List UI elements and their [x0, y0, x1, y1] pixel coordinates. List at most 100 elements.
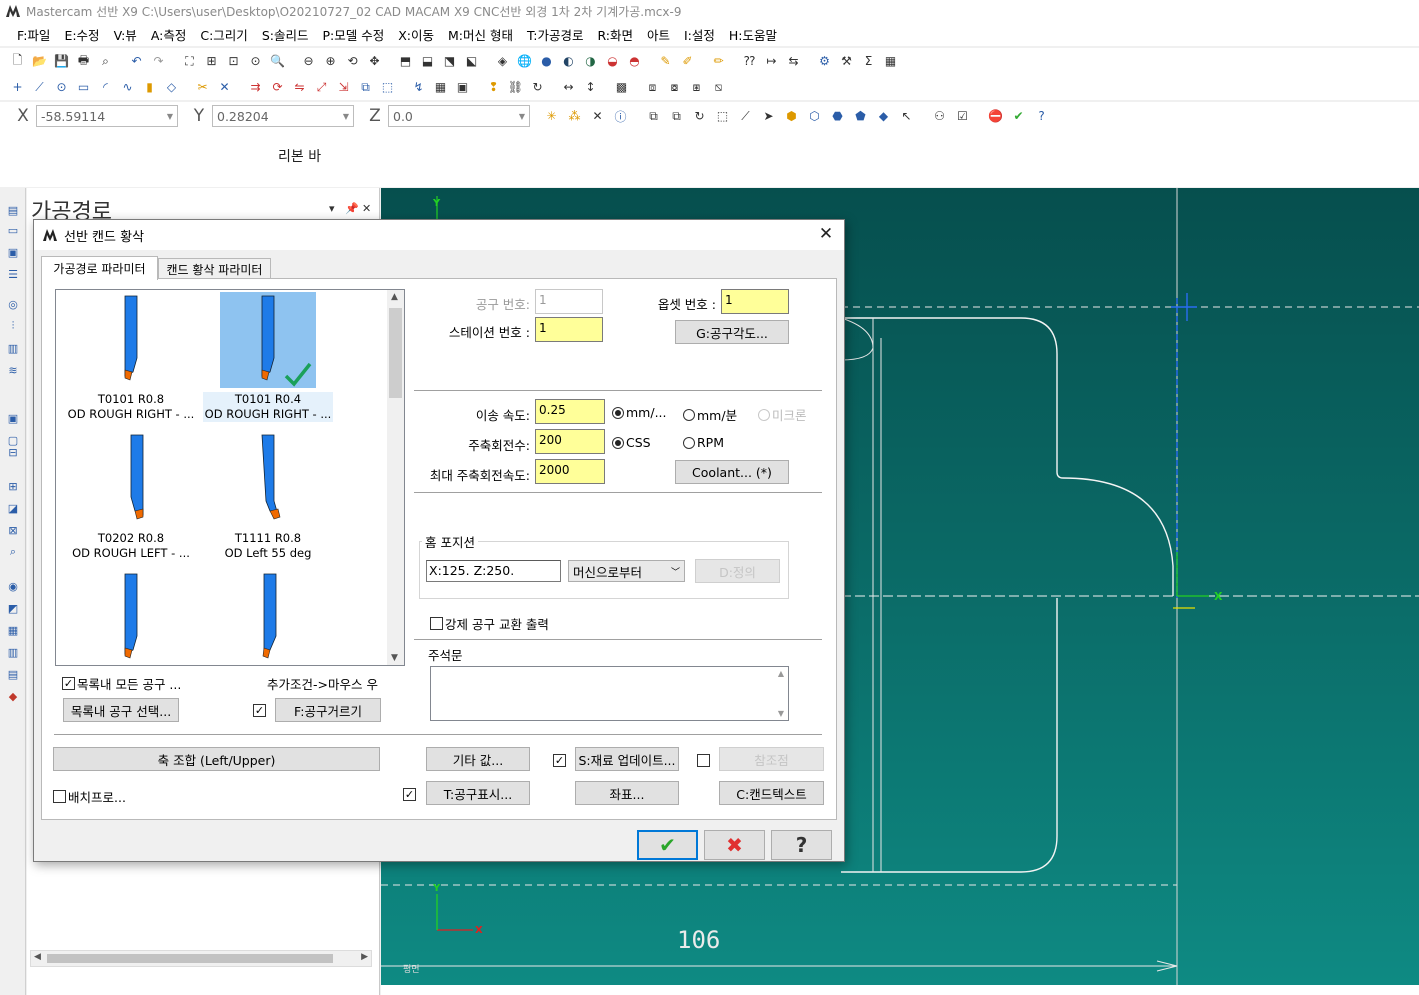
select-shell-icon[interactable]: ◆: [874, 107, 893, 126]
select-copy-icon[interactable]: ⧉: [644, 107, 663, 126]
view-top-icon[interactable]: ⬒: [396, 52, 415, 71]
x-coord-input[interactable]: -58.59114 ▼: [36, 105, 178, 127]
xform-scale-icon[interactable]: ⤢: [312, 78, 331, 97]
lock-op-icon[interactable]: ⊠: [5, 522, 21, 538]
scroll-up-icon[interactable]: ▲: [391, 292, 398, 302]
list-icon[interactable]: ☰: [5, 266, 21, 282]
panel-close-icon[interactable]: ✕: [362, 202, 371, 215]
pan-icon[interactable]: ✥: [365, 52, 384, 71]
scroll-up-icon[interactable]: ▲: [778, 669, 784, 678]
plus-op-icon[interactable]: ⊞: [5, 478, 21, 494]
shading-solid-icon[interactable]: ◑: [581, 52, 600, 71]
menu-item[interactable]: P:모델 수정: [315, 25, 391, 44]
fit-screen-icon[interactable]: ⛶: [180, 52, 199, 71]
feed-unit-mm-per-min-radio[interactable]: mm/분: [683, 405, 737, 424]
tailstock-icon[interactable]: ▤: [5, 666, 21, 682]
zoom-out-icon[interactable]: ⊕: [321, 52, 340, 71]
canned-text-button[interactable]: C:캔드텍스트: [719, 781, 824, 805]
select-line-icon[interactable]: ⟋: [736, 107, 755, 126]
menu-item[interactable]: R:화면: [590, 25, 640, 44]
help-button[interactable]: ?: [771, 830, 832, 860]
fillet-icon[interactable]: ◜: [96, 78, 115, 97]
delete-entity-icon[interactable]: ✕: [215, 78, 234, 97]
analyze-entity-icon[interactable]: ⇆: [784, 52, 803, 71]
cutoff-icon[interactable]: ◩: [5, 600, 21, 616]
select-face-icon[interactable]: ⬣: [828, 107, 847, 126]
menu-item[interactable]: E:수정: [57, 25, 106, 44]
link-icon[interactable]: ⛓: [506, 78, 525, 97]
pencil-pair-icon[interactable]: ✐: [678, 52, 697, 71]
menu-item[interactable]: S:솔리드: [255, 25, 316, 44]
tool-item[interactable]: T0202 R0.8 OD ROUGH LEFT - ...: [66, 431, 196, 561]
scrollbar-thumb[interactable]: [389, 308, 402, 398]
post-op-icon[interactable]: ⊟: [5, 444, 21, 460]
menu-item[interactable]: 아트: [640, 25, 677, 44]
coordinates-button[interactable]: 좌표...: [575, 781, 679, 805]
menu-item[interactable]: H:도움말: [722, 25, 784, 44]
view-front-icon[interactable]: ⬓: [418, 52, 437, 71]
line-icon[interactable]: ⟋: [30, 78, 49, 97]
xform-translate-icon[interactable]: ⇉: [246, 78, 265, 97]
pencil-icon[interactable]: ✎: [656, 52, 675, 71]
home-position-value[interactable]: X:125. Z:250.: [426, 560, 561, 582]
zoom-in-icon[interactable]: 🔍: [268, 52, 287, 71]
select-copy2-icon[interactable]: ⧉: [667, 107, 686, 126]
tool-item[interactable]: T0101 R0.8 OD ROUGH RIGHT - ...: [66, 292, 196, 422]
hidden-line-icon[interactable]: ◓: [625, 52, 644, 71]
select-window-icon[interactable]: ⬚: [713, 107, 732, 126]
print-icon[interactable]: 🖶: [74, 52, 93, 71]
select-body-icon[interactable]: ⬡: [805, 107, 824, 126]
comment-textarea[interactable]: ▲ ▼: [430, 666, 789, 721]
scrollbar-thumb[interactable]: [47, 954, 333, 963]
feed-rate-field[interactable]: 0.25: [535, 399, 605, 424]
select-pointer-icon[interactable]: ➤: [759, 107, 778, 126]
simulate-icon[interactable]: ⧅: [709, 78, 728, 97]
menu-item[interactable]: X:이동: [391, 25, 441, 44]
circle-icon[interactable]: ⊙: [52, 78, 71, 97]
select-library-tool-button[interactable]: 목록내 공구 선택...: [63, 698, 179, 722]
tool-list[interactable]: T0101 R0.8 OD ROUGH RIGHT - ... T0101 R0.…: [55, 289, 405, 666]
drill-icon[interactable]: ◎: [5, 296, 21, 312]
stock-update-checkbox[interactable]: ✓: [553, 754, 566, 767]
repaint-icon[interactable]: ⊞: [202, 52, 221, 71]
scroll-left-icon[interactable]: ◀: [34, 952, 41, 962]
ok-button[interactable]: ✔: [637, 830, 698, 860]
tool-angle-button[interactable]: G:공구각도...: [675, 320, 789, 344]
toolpath-op-icon[interactable]: ▤: [5, 202, 21, 218]
refresh-icon[interactable]: ↻: [528, 78, 547, 97]
fast-point-icon[interactable]: ✳: [542, 107, 561, 126]
snap-icon[interactable]: ⁂: [565, 107, 584, 126]
dimension-horizontal-icon[interactable]: ↔: [559, 78, 578, 97]
show-all-tools-checkbox[interactable]: ✓ 목록내 모든 공구 ...: [62, 674, 181, 693]
tool-display-button[interactable]: T:공구표시...: [426, 781, 530, 805]
select-edge-icon[interactable]: ⬟: [851, 107, 870, 126]
print-preview-icon[interactable]: ⌕: [96, 52, 115, 71]
y-coord-input[interactable]: 0.28204 ▼: [212, 105, 354, 127]
thread-icon[interactable]: ◉: [5, 578, 21, 594]
tool-item[interactable]: [203, 570, 333, 665]
zoom-window-icon[interactable]: ⊡: [224, 52, 243, 71]
xform-project-icon[interactable]: ⬚: [378, 78, 397, 97]
spindle-speed-field[interactable]: 200: [535, 429, 605, 454]
rectangle-icon[interactable]: ▭: [74, 78, 93, 97]
station-number-field[interactable]: 1: [535, 317, 603, 342]
xform-copy-icon[interactable]: ⧉: [356, 78, 375, 97]
tab-canned-rough-parameters[interactable]: 캔드 황삭 파라미터: [158, 258, 271, 280]
trim-icon[interactable]: ✂: [193, 78, 212, 97]
redo-icon[interactable]: ↷: [149, 52, 168, 71]
stock-update-button[interactable]: S:재료 업데이트...: [575, 747, 679, 771]
menu-item[interactable]: V:뷰: [107, 25, 144, 44]
unzoom-icon[interactable]: ⊖: [299, 52, 318, 71]
save-icon[interactable]: 💾: [52, 52, 71, 71]
search-op-icon[interactable]: ⌕: [5, 544, 21, 560]
config-icon[interactable]: ⚒: [837, 52, 856, 71]
scroll-down-icon[interactable]: ▼: [778, 709, 784, 718]
select-check-icon[interactable]: ☑: [953, 107, 972, 126]
cube-view-icon[interactable]: ◈: [493, 52, 512, 71]
view-iso-icon[interactable]: ⬕: [462, 52, 481, 71]
view-side-icon[interactable]: ⬔: [440, 52, 459, 71]
close-icon[interactable]: ✕: [816, 224, 836, 244]
select-solid-icon[interactable]: ⬢: [782, 107, 801, 126]
window-icon[interactable]: ▣: [453, 78, 472, 97]
force-tool-change-checkbox[interactable]: 강제 공구 교환 출력: [430, 614, 549, 633]
